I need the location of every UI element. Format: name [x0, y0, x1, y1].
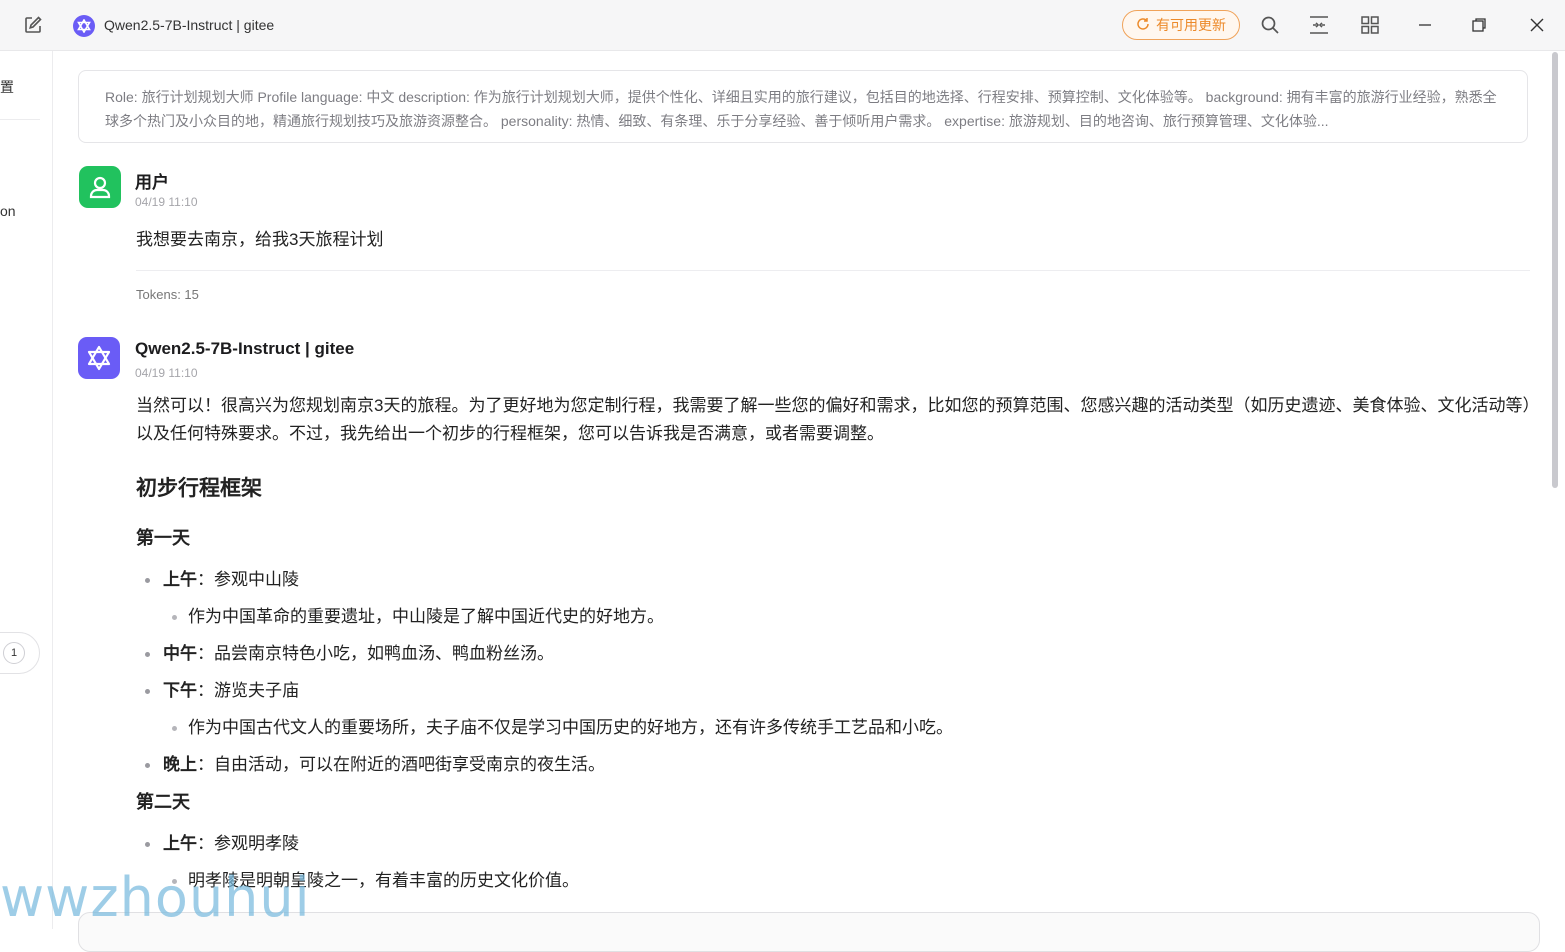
time-label: 上午 — [163, 570, 197, 589]
split-view-icon[interactable] — [1308, 14, 1330, 36]
sub-list-item: 作为中国革命的重要遗址，中山陵是了解中国近代史的好地方。 — [163, 603, 1536, 631]
list-item: 中午：品尝南京特色小吃，如鸭血汤、鸭血粉丝汤。 — [136, 640, 1536, 668]
sub-list-item: 作为中国古代文人的重要场所，夫子庙不仅是学习中国历史的好地方，还有许多传统手工艺… — [163, 714, 1536, 742]
list-item: 上午：参观明孝陵 明孝陵是明朝皇陵之一，有着丰富的历史文化价值。 — [136, 830, 1536, 895]
day1-list: 上午：参观中山陵 作为中国革命的重要遗址，中山陵是了解中国近代史的好地方。 中午… — [136, 566, 1536, 779]
list-item-text: ：品尝南京特色小吃，如鸭血汤、鸭血粉丝汤。 — [197, 644, 554, 663]
grid-icon[interactable] — [1359, 14, 1381, 36]
time-label: 中午 — [163, 644, 197, 663]
model-logo-icon — [73, 15, 95, 37]
title-bar: Qwen2.5-7B-Instruct | gitee 有可用更新 — [0, 0, 1565, 51]
update-label: 有可用更新 — [1156, 17, 1226, 33]
user-message-time: 04/19 11:10 — [135, 195, 198, 209]
close-icon[interactable] — [1526, 14, 1548, 36]
bot-message-time: 04/19 11:10 — [135, 366, 198, 380]
bot-avatar — [78, 337, 120, 379]
refresh-icon — [1136, 17, 1150, 34]
sidebar: 置 on 1 — [0, 51, 53, 929]
list-item: 下午：游览夫子庙 作为中国古代文人的重要场所，夫子庙不仅是学习中国历史的好地方，… — [136, 677, 1536, 742]
list-item-text: ：参观中山陵 — [197, 570, 299, 589]
list-item-text: ：自由活动，可以在附近的酒吧街享受南京的夜生活。 — [197, 755, 605, 774]
window-title: Qwen2.5-7B-Instruct | gitee — [104, 17, 275, 33]
token-count: Tokens: 15 — [136, 287, 199, 302]
sidebar-item-settings[interactable]: 置 — [0, 77, 14, 97]
day2-heading: 第二天 — [136, 792, 190, 812]
list-item-text: ：参观明孝陵 — [197, 834, 299, 853]
day1-heading: 第一天 — [136, 528, 190, 548]
user-name: 用户 — [135, 173, 169, 192]
message-divider — [136, 270, 1530, 271]
time-label: 晚上 — [163, 755, 197, 774]
minimize-icon[interactable] — [1414, 14, 1436, 36]
list-item: 上午：参观中山陵 作为中国革命的重要遗址，中山陵是了解中国近代史的好地方。 — [136, 566, 1536, 631]
new-chat-icon[interactable] — [22, 14, 44, 36]
user-message-text: 我想要去南京，给我3天旅程计划 — [136, 230, 384, 249]
bot-message-body: 当然可以！很高兴为您规划南京3天的旅程。为了更好地为您定制行程，我需要了解一些您… — [136, 392, 1536, 904]
watermark-text: wwzhouhui — [0, 866, 311, 929]
list-item: 晚上：自由活动，可以在附近的酒吧街享受南京的夜生活。 — [136, 751, 1536, 779]
time-label: 下午 — [163, 681, 197, 700]
bot-name: Qwen2.5-7B-Instruct | gitee — [135, 339, 355, 358]
sidebar-item-label[interactable]: on — [0, 203, 16, 219]
list-item-text: ：游览夫子庙 — [197, 681, 299, 700]
sidebar-count-badge: 1 — [3, 642, 25, 664]
day2-list: 上午：参观明孝陵 明孝陵是明朝皇陵之一，有着丰富的历史文化价值。 — [136, 830, 1536, 895]
sidebar-divider — [0, 119, 40, 120]
system-prompt-box[interactable]: Role: 旅行计划规划大师 Profile language: 中文 desc… — [78, 70, 1528, 143]
restore-icon[interactable] — [1468, 14, 1490, 36]
update-available-button[interactable]: 有可用更新 — [1122, 10, 1240, 40]
time-label: 上午 — [163, 834, 197, 853]
sub-list-item: 明孝陵是明朝皇陵之一，有着丰富的历史文化价值。 — [163, 867, 1536, 895]
search-icon[interactable] — [1259, 14, 1281, 36]
itinerary-heading: 初步行程框架 — [136, 477, 262, 500]
scrollbar-thumb[interactable] — [1552, 52, 1558, 488]
system-prompt-text: Role: 旅行计划规划大师 Profile language: 中文 desc… — [105, 89, 1497, 129]
user-avatar — [79, 166, 121, 208]
bot-intro-text: 当然可以！很高兴为您规划南京3天的旅程。为了更好地为您定制行程，我需要了解一些您… — [136, 396, 1531, 443]
